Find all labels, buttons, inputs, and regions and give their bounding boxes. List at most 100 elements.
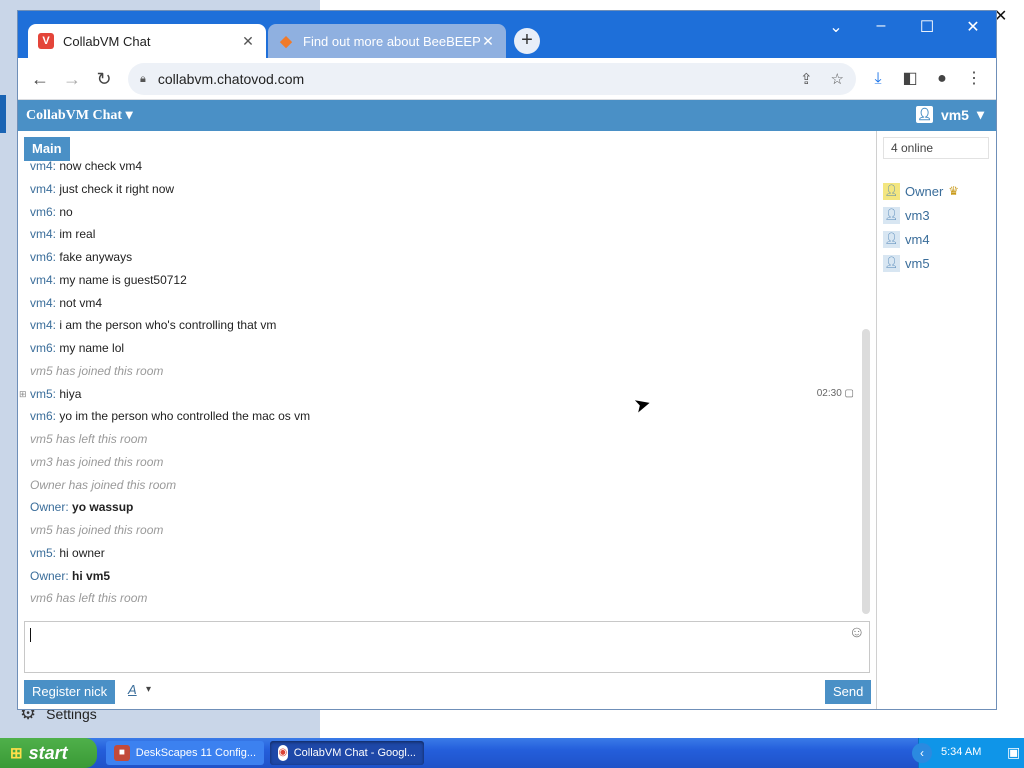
chat-app-header: CollabVM Chat ▾ 👤︎ vm5 ▾ (18, 100, 996, 131)
message-nick[interactable]: vm4: (30, 227, 56, 241)
address-bar[interactable]: 🔒︎ collabvm.chatovod.com ⇪ ☆ (128, 63, 856, 95)
chat-message: vm4: just check it right now (30, 179, 860, 199)
clock: 5:34 AM (941, 746, 982, 758)
chat-message: Owner: hi vm5 (30, 566, 860, 586)
message-text: fake anyways (59, 250, 133, 264)
message-nick[interactable]: vm4: (30, 296, 56, 310)
message-nick[interactable]: vm6: (30, 341, 56, 355)
current-user-menu[interactable]: 👤︎ vm5 ▾ (915, 106, 984, 123)
message-scrollbar[interactable] (861, 171, 871, 616)
message-nick[interactable]: vm4: (30, 318, 56, 332)
chat-message: vm4: not vm4 (30, 293, 860, 313)
back-arrow-icon[interactable]: ← (28, 67, 52, 91)
forward-arrow-icon[interactable]: → (60, 67, 84, 91)
profile-icon[interactable]: ● (930, 67, 954, 91)
current-user-name: vm5 (940, 106, 969, 123)
deskscapes-icon: ■ (114, 745, 130, 761)
message-nick[interactable]: Owner: (30, 500, 69, 514)
message-text: my name lol (59, 341, 125, 355)
minimize-icon[interactable]: – (871, 17, 891, 35)
lock-icon: 🔒︎ (140, 72, 146, 85)
message-nick[interactable]: vm6: (30, 409, 56, 423)
system-message: vm5 has joined this room (30, 520, 860, 540)
message-text: Owner has joined this room (30, 477, 177, 492)
send-button[interactable]: Send (825, 680, 872, 704)
bookmark-star-icon[interactable]: ☆ (831, 70, 844, 88)
message-text: just check it right now (59, 181, 175, 196)
tab-title: CollabVM Chat (63, 33, 151, 49)
new-tab-button[interactable]: + (514, 28, 540, 54)
system-message: vm5 has left this room (30, 429, 860, 449)
taskbar-item-deskscapes[interactable]: ■ DeskScapes 11 Config... (106, 741, 264, 765)
message-nick[interactable]: vm6: (30, 205, 56, 219)
crown-icon: ♛ (948, 184, 960, 198)
message-text: hiya (59, 386, 82, 401)
network-icon[interactable]: ▣ (1007, 744, 1020, 761)
chat-message: vm6: yo im the person who controlled the… (30, 406, 860, 426)
chat-message: vm6: no (30, 202, 860, 222)
user-avatar-icon: 👤︎ (883, 206, 900, 224)
message-nick[interactable]: vm4: (30, 273, 56, 287)
chrome-icon: ◉ (278, 745, 288, 761)
browser-window: V CollabVM Chat ✕ ◆ Find out more about … (17, 10, 997, 710)
message-nick[interactable]: Owner: (30, 569, 69, 583)
close-tab-icon[interactable]: ✕ (240, 33, 256, 50)
message-time: 02:30 ▢ (816, 387, 854, 399)
chat-area: Main vm4: now check vm4 vm4: just check i… (18, 131, 876, 709)
message-text: i am the person who's controlling that v… (59, 318, 277, 333)
message-text: yo im the person who controlled the mac … (59, 409, 311, 424)
main-room-tab[interactable]: Main (24, 137, 70, 161)
chat-message: vm5: hi owner (30, 543, 860, 563)
font-dropdown-caret-icon[interactable]: ▾ (146, 684, 151, 695)
user-icon: 👤︎ (915, 106, 933, 123)
tray-expand-icon[interactable]: ‹ (912, 743, 932, 763)
message-nick[interactable]: vm5: (30, 387, 56, 401)
system-message: vm3 has joined this room (30, 452, 860, 472)
user-name: vm4 (905, 231, 930, 247)
user-item-owner[interactable]: 👤︎ Owner ♛ (883, 181, 959, 201)
message-text: vm5 has joined this room (30, 523, 164, 537)
message-list: vm4: now check vm4 vm4: just check it rig… (18, 161, 863, 616)
taskbar-item-label: CollabVM Chat - Googl... (293, 747, 416, 759)
tab-title: Find out more about BeeBEEP (F (303, 33, 480, 49)
message-nick[interactable]: vm6: (30, 250, 56, 264)
chat-message: vm4: my name is guest50712 (30, 270, 860, 290)
app-title-menu[interactable]: CollabVM Chat ▾ (26, 107, 133, 124)
message-nick[interactable]: vm5: (30, 546, 56, 560)
dropdown-caret-icon: ▾ (976, 106, 984, 122)
desktop-accent-bar (0, 95, 6, 133)
taskbar-item-chrome[interactable]: ◉ CollabVM Chat - Googl... (270, 741, 424, 765)
start-label: start (28, 742, 68, 763)
menu-dots-icon[interactable]: ⋮ (962, 67, 986, 91)
share-icon[interactable]: ⇪ (800, 70, 813, 88)
reload-icon[interactable]: ↻ (92, 67, 116, 91)
register-nick-button[interactable]: Register nick (24, 680, 116, 704)
tab-collabvm-chat[interactable]: V CollabVM Chat ✕ (28, 24, 266, 58)
user-item-vm4[interactable]: 👤︎ vm4 (883, 229, 930, 249)
font-style-button[interactable]: A (128, 682, 137, 697)
beebeep-tab-icon: ◆ (280, 33, 292, 50)
user-item-vm5[interactable]: 👤︎ vm5 (883, 253, 930, 273)
start-button[interactable]: ⊞ start (0, 738, 97, 768)
message-input[interactable]: ☺ (24, 621, 870, 673)
user-name: Owner (905, 183, 944, 199)
tab-strip: V CollabVM Chat ✕ ◆ Find out more about … (18, 11, 996, 58)
download-icon[interactable]: ⤓ (866, 67, 890, 91)
user-avatar-icon: 👤︎ (883, 182, 900, 200)
scrollbar-thumb[interactable] (862, 329, 870, 614)
reply-marker-icon[interactable]: ⊞ (19, 384, 27, 404)
user-item-vm3[interactable]: 👤︎ vm3 (883, 205, 930, 225)
close-tab-icon[interactable]: ✕ (480, 33, 496, 50)
maximize-icon[interactable]: ☐ (917, 17, 937, 37)
message-nick[interactable]: vm4: (30, 161, 56, 173)
tab-beebeep[interactable]: ◆ Find out more about BeeBEEP (F ✕ (268, 24, 506, 58)
side-panel-icon[interactable]: ◧ (898, 67, 922, 91)
message-text: hi vm5 (72, 568, 111, 583)
message-text: im real (59, 227, 96, 242)
user-avatar-icon: 👤︎ (883, 254, 900, 272)
tab-search-icon[interactable]: ⌄ (826, 17, 846, 37)
message-nick[interactable]: vm4: (30, 182, 56, 196)
smiley-icon[interactable]: ☺ (849, 624, 865, 642)
close-window-icon[interactable]: ✕ (963, 17, 983, 37)
app-title: CollabVM Chat (26, 108, 123, 123)
